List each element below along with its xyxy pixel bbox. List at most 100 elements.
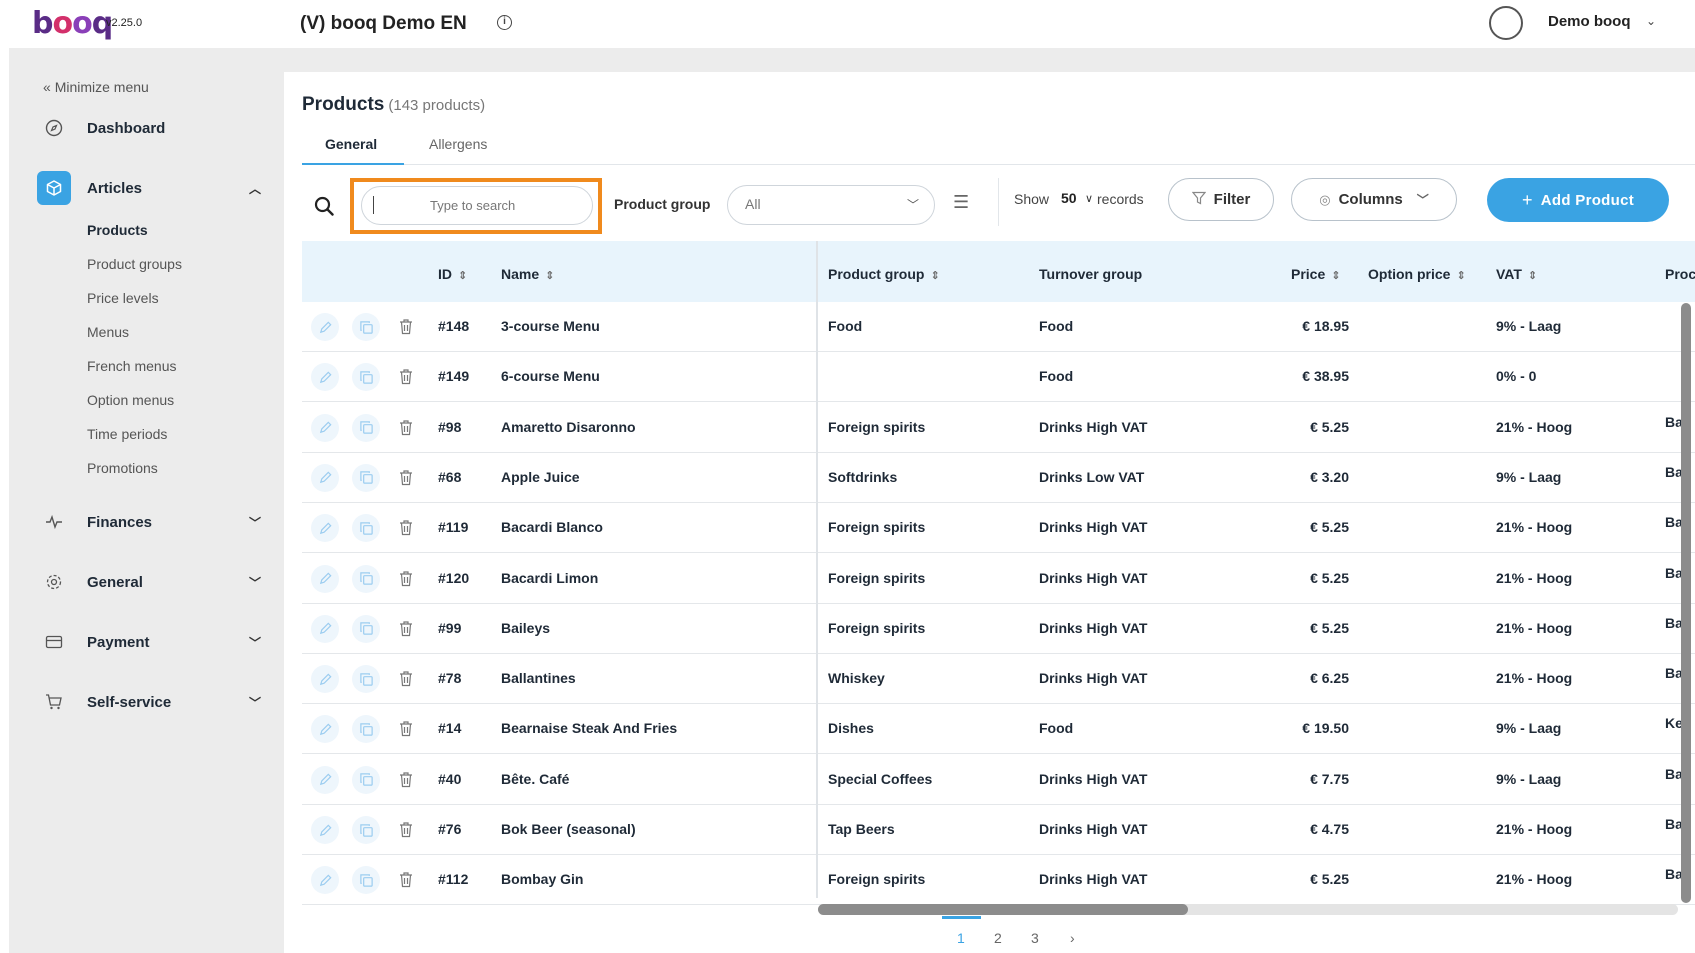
copy-icon[interactable] xyxy=(352,413,380,442)
filter-button[interactable]: Filter xyxy=(1168,178,1274,221)
trash-icon[interactable] xyxy=(398,318,414,340)
user-menu[interactable]: Demo booq xyxy=(1548,13,1631,30)
tab-allergens[interactable]: Allergens xyxy=(429,136,487,152)
cell-name: Bacardi Blanco xyxy=(501,519,603,536)
copy-icon[interactable] xyxy=(352,765,380,794)
trash-icon[interactable] xyxy=(398,519,414,541)
trash-icon[interactable] xyxy=(398,368,414,390)
copy-icon[interactable] xyxy=(352,614,380,643)
columns-button[interactable]: ◎ Columns ﹀ xyxy=(1291,178,1457,221)
trash-icon[interactable] xyxy=(398,670,414,692)
page-3-button[interactable]: 3 xyxy=(1031,930,1039,946)
cell-id: #119 xyxy=(438,519,469,536)
sidebar-item-self-service[interactable]: Self-service ﹀ xyxy=(44,687,261,717)
trash-icon[interactable] xyxy=(398,821,414,843)
trash-icon[interactable] xyxy=(398,871,414,893)
column-header-price[interactable]: Price ⇕ xyxy=(1291,266,1340,282)
copy-icon[interactable] xyxy=(352,514,380,543)
sidebar-sub-menus[interactable]: Menus xyxy=(87,324,129,340)
sidebar-sub-french-menus[interactable]: French menus xyxy=(87,358,176,374)
chevron-up-icon[interactable]: ︿ xyxy=(249,180,261,197)
sidebar-sub-time-periods[interactable]: Time periods xyxy=(87,426,167,442)
cell-vat: 21% - Hoog xyxy=(1496,569,1573,586)
tab-active-indicator xyxy=(302,163,404,165)
cell-product-group: Softdrinks xyxy=(828,468,898,485)
avatar[interactable] xyxy=(1489,6,1523,40)
copy-icon[interactable] xyxy=(352,463,380,492)
chevron-down-icon[interactable]: ﹀ xyxy=(249,574,261,591)
cell-turnover-group: Drinks Low VAT xyxy=(1039,468,1145,485)
copy-icon[interactable] xyxy=(352,665,380,694)
trash-icon[interactable] xyxy=(398,570,414,592)
booq-logo[interactable]: booq xyxy=(32,6,113,41)
cell-price: € 5.25 xyxy=(1310,418,1349,435)
page-1-button[interactable]: 1 xyxy=(957,930,965,946)
cell-id: #148 xyxy=(438,318,470,334)
column-header-option-price[interactable]: Option price ⇕ xyxy=(1368,266,1466,282)
vertical-scrollbar-thumb[interactable] xyxy=(1681,303,1691,903)
chevron-down-icon[interactable]: ﹀ xyxy=(249,514,261,531)
cell-product-group: Whiskey xyxy=(828,670,885,687)
edit-icon[interactable] xyxy=(311,614,339,643)
records-per-page-select[interactable]: 50 xyxy=(1061,190,1077,206)
sidebar-item-general[interactable]: General ﹀ xyxy=(44,567,261,597)
chevron-down-icon[interactable]: ﹀ xyxy=(249,634,261,651)
page-2-button[interactable]: 2 xyxy=(994,930,1002,946)
chevron-down-icon[interactable]: ∨ xyxy=(1085,192,1093,205)
copy-icon[interactable] xyxy=(352,816,380,844)
sidebar-item-articles[interactable]: Articles ︿ xyxy=(37,171,261,205)
add-product-button[interactable]: + Add Product xyxy=(1487,178,1669,222)
chevron-down-icon[interactable]: ﹀ xyxy=(249,694,261,711)
sidebar-item-payment[interactable]: Payment ﹀ xyxy=(44,627,261,657)
chevron-down-icon[interactable]: ⌄ xyxy=(1646,14,1656,28)
trash-icon[interactable] xyxy=(398,620,414,642)
column-header-id[interactable]: ID ⇕ xyxy=(438,266,467,282)
next-page-button[interactable]: › xyxy=(1070,930,1075,946)
edit-icon[interactable] xyxy=(311,765,339,794)
edit-icon[interactable] xyxy=(311,514,339,543)
cell-name: Baileys xyxy=(501,619,551,636)
tab-general[interactable]: General xyxy=(325,136,377,152)
column-header-name[interactable]: Name ⇕ xyxy=(501,266,554,282)
search-icon[interactable] xyxy=(314,196,334,216)
trash-icon[interactable] xyxy=(398,771,414,793)
minimize-menu-button[interactable]: « Minimize menu xyxy=(43,79,149,95)
column-header-product-group[interactable]: Product group ⇕ xyxy=(828,266,940,282)
edit-icon[interactable] xyxy=(311,413,339,442)
sidebar-sub-products[interactable]: Products xyxy=(87,222,148,238)
edit-icon[interactable] xyxy=(311,463,339,492)
sidebar-item-dashboard[interactable]: Dashboard xyxy=(44,113,165,143)
product-count: (143 products) xyxy=(388,97,486,114)
cell-price: € 5.25 xyxy=(1310,569,1349,586)
info-icon[interactable]: i xyxy=(497,15,512,30)
eye-icon: ◎ xyxy=(1319,191,1331,207)
trash-icon[interactable] xyxy=(398,419,414,441)
sidebar-sub-promotions[interactable]: Promotions xyxy=(87,460,158,476)
product-group-value: All xyxy=(745,196,761,212)
search-input[interactable] xyxy=(361,186,593,225)
cell-vat: 21% - Hoog xyxy=(1496,670,1573,687)
edit-icon[interactable] xyxy=(311,665,339,694)
sidebar-sub-price-levels[interactable]: Price levels xyxy=(87,290,159,306)
sidebar-sub-product-groups[interactable]: Product groups xyxy=(87,256,182,272)
product-group-label: Product group xyxy=(614,196,711,212)
sidebar-sub-option-menus[interactable]: Option menus xyxy=(87,392,174,408)
trash-icon[interactable] xyxy=(398,720,414,742)
edit-icon[interactable] xyxy=(311,564,339,593)
copy-icon[interactable] xyxy=(352,313,380,341)
sidebar-item-finances[interactable]: Finances ﹀ xyxy=(44,507,261,537)
chevron-down-icon[interactable]: ﹀ xyxy=(907,196,919,213)
cell-vat: 9% - Laag xyxy=(1496,720,1562,737)
copy-icon[interactable] xyxy=(352,564,380,593)
trash-icon[interactable] xyxy=(398,469,414,491)
edit-icon[interactable] xyxy=(311,313,339,341)
column-header-vat[interactable]: VAT ⇕ xyxy=(1496,266,1537,282)
edit-icon[interactable] xyxy=(311,816,339,844)
cell-name: Bacardi Limon xyxy=(501,569,599,586)
column-header-turnover-group[interactable]: Turnover group xyxy=(1039,266,1142,282)
cell-name: Bombay Gin xyxy=(501,871,584,888)
column-header-proc[interactable]: Proc xyxy=(1665,266,1695,282)
list-icon[interactable]: ☰ xyxy=(953,192,969,213)
horizontal-scrollbar-thumb[interactable] xyxy=(818,904,1188,915)
sort-icon: ⇕ xyxy=(458,270,468,282)
